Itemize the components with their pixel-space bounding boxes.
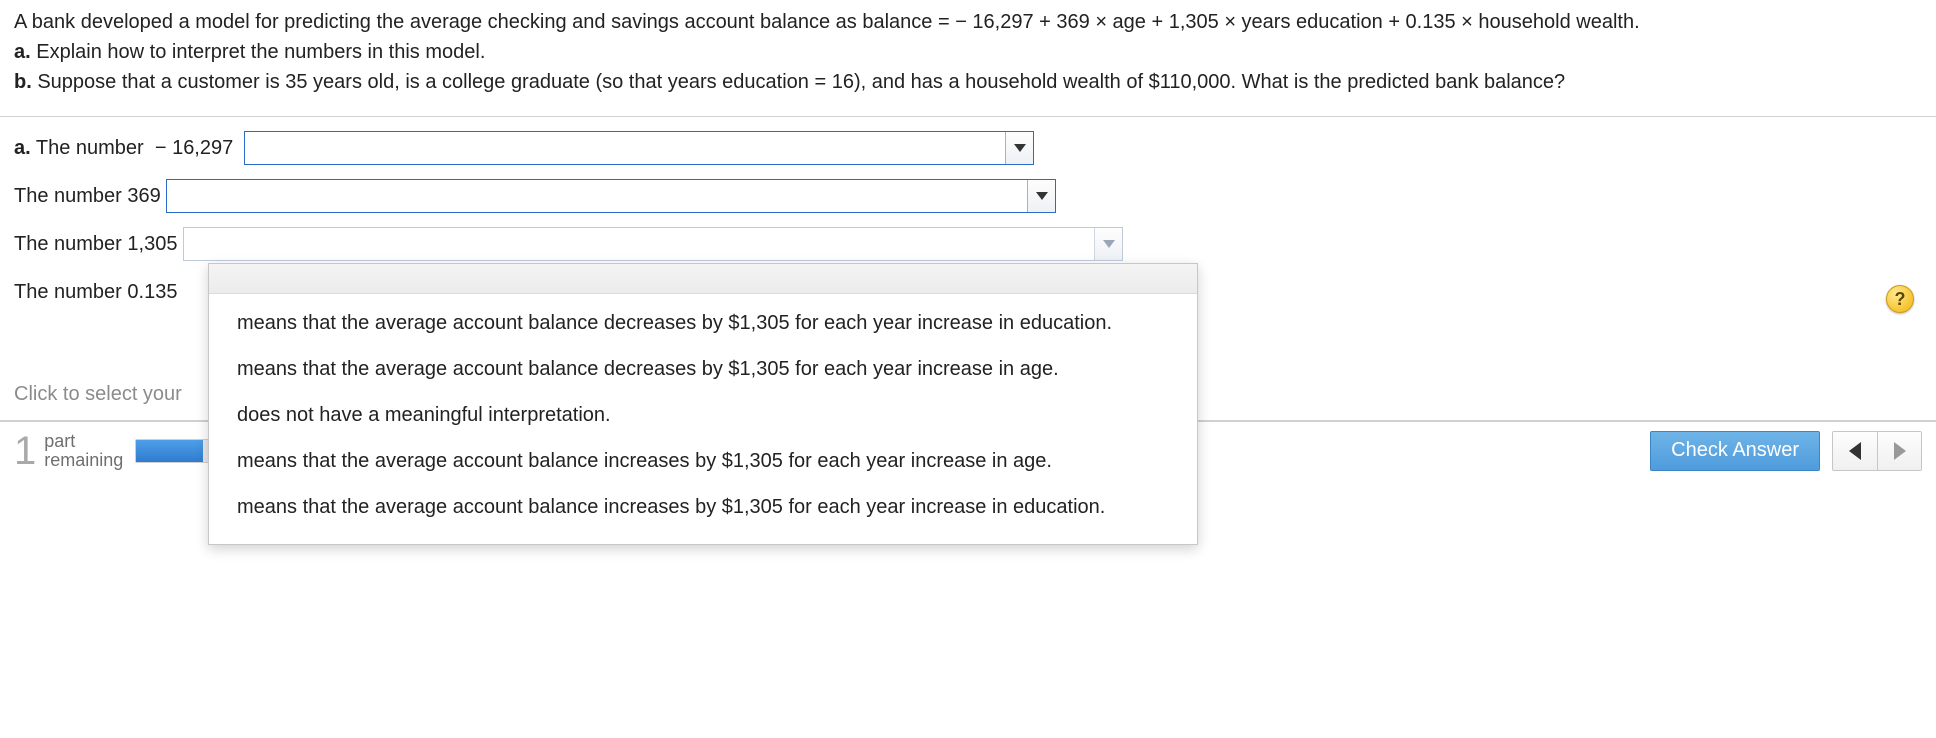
dropdown-option-4[interactable]: means that the average account balance i… (209, 484, 1197, 530)
nav-group (1832, 431, 1922, 471)
question-part-a: a. a. Explain how to interpret the numbe… (14, 38, 1922, 66)
help-button[interactable]: ? (1886, 285, 1914, 313)
chevron-down-icon (1014, 144, 1026, 152)
chevron-down-icon (1036, 192, 1048, 200)
select-1305-arrow[interactable] (1094, 228, 1122, 260)
select-1305[interactable] (183, 227, 1123, 261)
select-16297-arrow[interactable] (1005, 132, 1033, 164)
answer-area: a. The number − 16,297 The number 369 Th… (0, 117, 1936, 309)
row-label-3: The number 1,305 (14, 233, 183, 256)
select-16297-value (245, 132, 1005, 164)
row-label-2: The number 369 (14, 185, 166, 208)
select-16297[interactable] (244, 131, 1034, 165)
triangle-left-icon (1849, 442, 1861, 460)
parts-label: part remaining (44, 432, 123, 470)
row-label-4: The number 0.135 (14, 281, 183, 304)
question-text: A bank developed a model for predicting … (0, 0, 1936, 116)
row-label-1: a. The number − 16,297 (14, 137, 244, 160)
triangle-right-icon (1894, 442, 1906, 460)
answer-row-2: The number 369 (14, 179, 1922, 213)
answer-row-3: The number 1,305 (14, 227, 1922, 261)
parts-count: 1 (14, 431, 36, 471)
question-part-b: b. b. Suppose that a customer is 35 year… (14, 68, 1922, 96)
dropdown-option-3[interactable]: means that the average account balance i… (209, 438, 1197, 484)
dropdown-option-0[interactable]: means that the average account balance d… (209, 300, 1197, 346)
dropdown-option-2[interactable]: does not have a meaningful interpretatio… (209, 392, 1197, 438)
answer-row-1: a. The number − 16,297 (14, 131, 1922, 165)
select-1305-value (184, 228, 1094, 260)
dropdown-header (209, 264, 1197, 294)
check-answer-button[interactable]: Check Answer (1650, 431, 1820, 471)
select-369[interactable] (166, 179, 1056, 213)
question-intro: A bank developed a model for predicting … (14, 8, 1922, 36)
parts-remaining: 1 part remaining (14, 431, 123, 471)
dropdown-body: means that the average account balance d… (209, 294, 1197, 544)
dropdown-option-1[interactable]: means that the average account balance d… (209, 346, 1197, 392)
select-369-value (167, 180, 1027, 212)
chevron-down-icon (1103, 240, 1115, 248)
select-369-arrow[interactable] (1027, 180, 1055, 212)
progress-fill (136, 440, 202, 462)
next-button[interactable] (1877, 432, 1921, 470)
dropdown-panel-1305: means that the average account balance d… (208, 263, 1198, 545)
prev-button[interactable] (1833, 432, 1877, 470)
